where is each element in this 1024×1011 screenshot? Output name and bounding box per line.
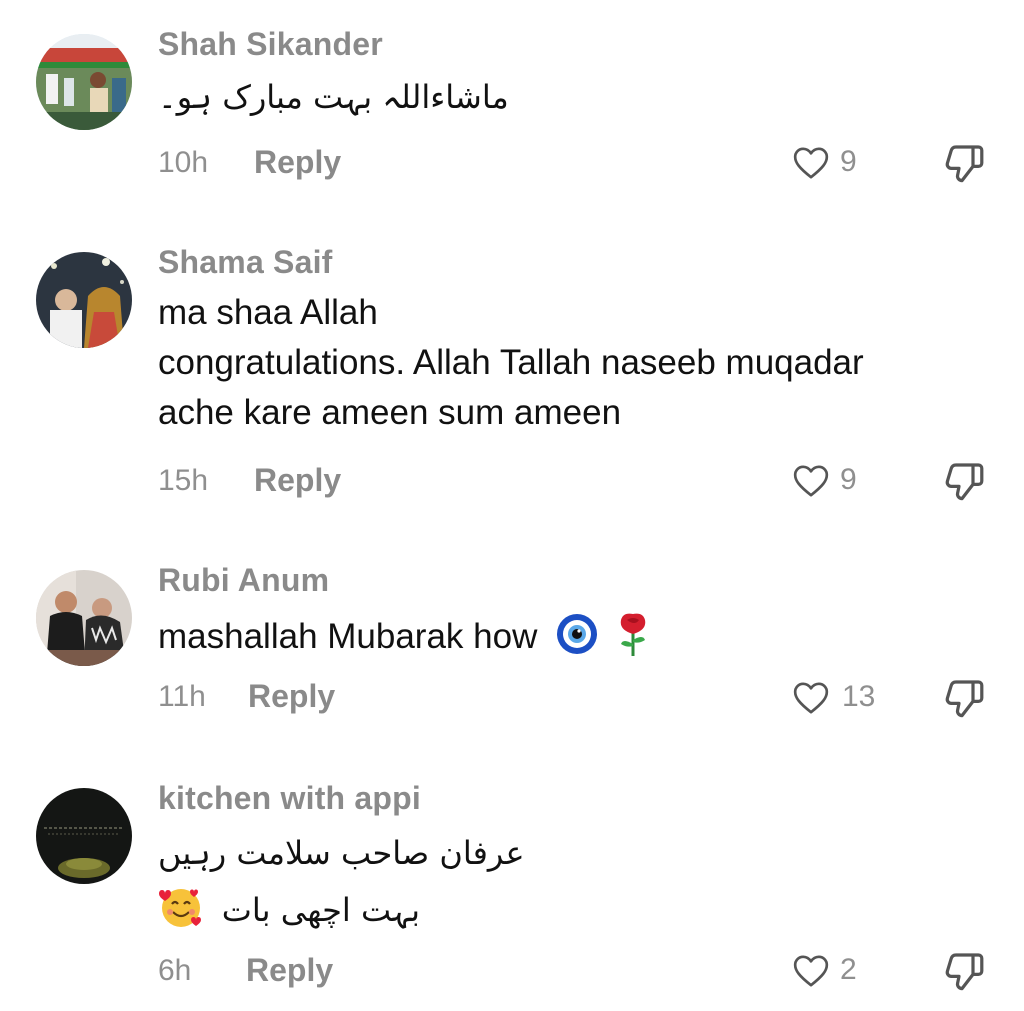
timestamp: 6h [158, 954, 192, 987]
nazar-amulet-emoji [555, 612, 599, 665]
dislike-button[interactable] [940, 675, 990, 723]
thumbs-down-outline-icon [945, 953, 984, 991]
heart-outline-icon [793, 465, 829, 497]
comment-text: mashallah Mubarak how [158, 616, 538, 656]
username[interactable]: Shama Saif [158, 244, 333, 281]
comment-text: ماشاءاللہ بہت مبارک ہو۔ [158, 78, 509, 116]
timestamp: 15h [158, 464, 209, 497]
timestamp: 11h [158, 680, 206, 713]
username[interactable]: Rubi Anum [158, 562, 329, 599]
reply-button[interactable]: Reply [254, 462, 341, 499]
heart-outline-icon [793, 147, 829, 179]
like-button[interactable]: 9 [790, 141, 870, 185]
username[interactable]: kitchen with appi [158, 780, 421, 817]
comment-text-row: mashallah Mubarak how [158, 610, 653, 667]
reply-button[interactable]: Reply [248, 678, 335, 715]
comment-text: ache kare ameen sum ameen [158, 393, 622, 432]
like-button[interactable]: 13 [790, 676, 875, 720]
heart-outline-icon [793, 955, 829, 987]
dislike-button[interactable] [940, 458, 990, 506]
avatar[interactable] [36, 34, 132, 130]
reply-button[interactable]: Reply [254, 144, 341, 181]
heart-outline-icon [793, 682, 829, 714]
smiling-face-with-hearts-emoji [158, 884, 204, 939]
rose-emoji [613, 610, 653, 667]
thumbs-down-outline-icon [945, 463, 984, 501]
comment-text-row: بہت اچھی بات [158, 884, 420, 939]
comment-text: عرفان صاحب سلامت رہیں [158, 834, 525, 872]
like-count: 13 [842, 680, 876, 713]
dislike-button[interactable] [940, 948, 990, 996]
avatar[interactable] [36, 570, 132, 666]
like-count: 9 [840, 463, 857, 496]
timestamp: 10h [158, 146, 209, 179]
comment-text: ma shaa Allah [158, 293, 378, 332]
like-count: 2 [840, 953, 857, 986]
comment-text: congratulations. Allah Tallah naseeb muq… [158, 343, 864, 382]
like-button[interactable]: 2 [790, 949, 870, 993]
like-count: 9 [840, 145, 857, 178]
reply-button[interactable]: Reply [246, 952, 333, 989]
dislike-button[interactable] [940, 140, 990, 188]
thumbs-down-outline-icon [945, 680, 984, 718]
thumbs-down-outline-icon [945, 145, 984, 183]
avatar[interactable] [36, 252, 132, 348]
avatar[interactable] [36, 788, 132, 884]
like-button[interactable]: 9 [790, 459, 870, 503]
username[interactable]: Shah Sikander [158, 26, 383, 63]
comment-text: بہت اچھی بات [221, 890, 421, 929]
